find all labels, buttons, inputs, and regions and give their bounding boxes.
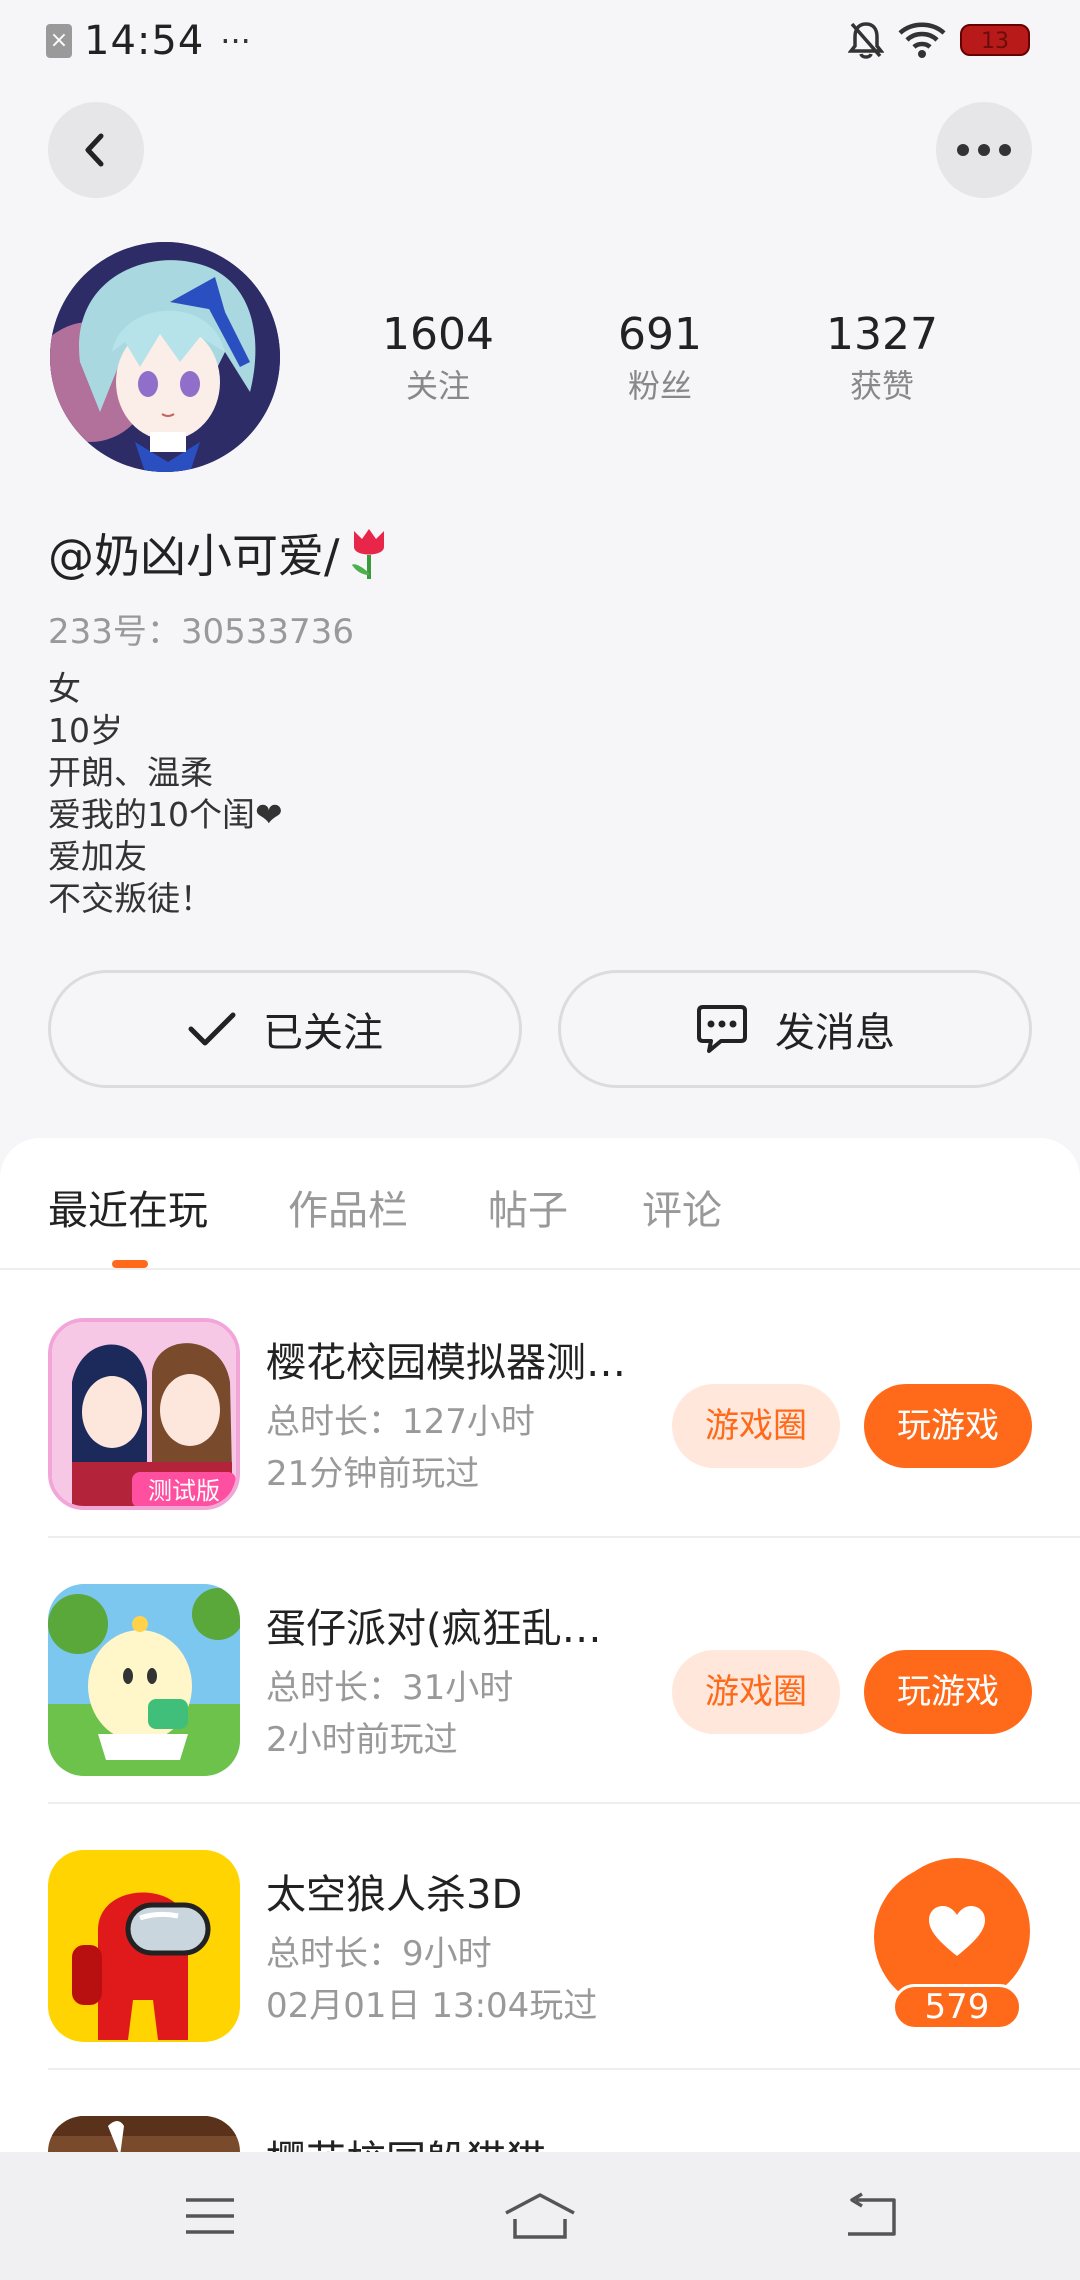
game-last-played: 2小时前玩过	[266, 1720, 458, 1760]
menu-button[interactable]	[170, 2188, 250, 2244]
stat-fans-value: 691	[618, 309, 702, 360]
game-duration: 总时长：31小时	[266, 1668, 514, 1708]
status-more-dots: ···	[220, 22, 251, 60]
stat-following-value: 1604	[382, 309, 494, 360]
game-icon-image	[48, 1850, 240, 2042]
bio-line: 开朗、温柔	[48, 753, 213, 792]
bio-line: 爱加友	[48, 837, 147, 876]
tab-recently-played[interactable]: 最近在玩	[48, 1178, 208, 1236]
play-game-button[interactable]: 玩游戏	[864, 1650, 1032, 1734]
game-title: 太空狼人杀3D	[266, 1872, 523, 1918]
svg-text:测试版: 测试版	[148, 1477, 220, 1505]
system-nav-bar	[0, 2152, 1080, 2280]
return-button[interactable]	[830, 2188, 910, 2244]
game-row[interactable]: 蛋仔派对(疯狂乱… 总时长：31小时 2小时前玩过 游戏圈 玩游戏	[48, 1538, 1080, 1804]
followed-button[interactable]: 已关注	[48, 970, 522, 1088]
nickname: @奶凶小可爱/	[48, 520, 392, 586]
stat-likes-label: 获赞	[849, 367, 914, 405]
game-circle-button[interactable]: 游戏圈	[672, 1650, 840, 1734]
stat-following[interactable]: 1604 关注	[338, 306, 538, 408]
avatar[interactable]	[50, 242, 280, 472]
tab-bar: 最近在玩 作品栏 帖子 评论	[0, 1138, 1080, 1270]
notification-close-icon: ×	[46, 24, 72, 58]
game-icon: 测试版	[48, 1318, 240, 1510]
game-last-played: 02月01日 13:04玩过	[266, 1986, 598, 2026]
stat-fans-label: 粉丝	[627, 367, 692, 405]
stat-fans[interactable]: 691 粉丝	[560, 306, 760, 408]
stat-likes-value: 1327	[826, 309, 938, 360]
profile-page: × 14:54 ··· 13 1604 关注 691 粉丝 1327 获赞 @奶…	[0, 0, 1080, 2280]
bio-line: 不交叛徒！	[48, 879, 213, 918]
game-title: 蛋仔派对(疯狂乱…	[266, 1606, 602, 1652]
mute-bell-icon	[848, 22, 884, 59]
play-game-button[interactable]: 玩游戏	[864, 1384, 1032, 1468]
game-icon-image: 测试版	[52, 1322, 236, 1506]
game-icon	[48, 1584, 240, 1776]
nickname-text: @奶凶小可爱/	[48, 529, 340, 583]
like-count: 579	[892, 1984, 1022, 2030]
more-button[interactable]	[936, 102, 1032, 198]
like-button[interactable]	[884, 1858, 1030, 2004]
chat-bubble-icon	[697, 1005, 747, 1053]
tulip-icon	[351, 529, 384, 579]
send-message-label: 发消息	[775, 1010, 895, 1056]
game-last-played: 21分钟前玩过	[266, 1454, 480, 1494]
return-icon	[848, 2192, 896, 2236]
avatar-image	[50, 242, 280, 472]
check-icon	[188, 1012, 236, 1046]
game-row[interactable]: 测试版 樱花校园模拟器测… 总时长：127小时 21分钟前玩过 游戏圈 玩游戏	[48, 1272, 1080, 1538]
menu-icon	[186, 2198, 234, 2234]
back-arrow-icon	[85, 133, 104, 167]
tab-posts[interactable]: 帖子	[488, 1178, 568, 1236]
status-time: 14:54	[84, 18, 205, 64]
status-bar: × 14:54 ··· 13	[0, 0, 1080, 84]
bio-line: 爱我的10个闺❤	[48, 795, 283, 834]
user-id: 233号：30533736	[48, 612, 354, 652]
tab-indicator	[112, 1260, 148, 1268]
send-message-button[interactable]: 发消息	[558, 970, 1032, 1088]
game-icon	[48, 1850, 240, 2042]
stat-likes[interactable]: 1327 获赞	[782, 306, 982, 408]
game-circle-button[interactable]: 游戏圈	[672, 1384, 840, 1468]
game-title: 樱花校园模拟器测…	[266, 1340, 626, 1386]
battery-indicator: 13	[960, 24, 1030, 56]
bio-line: 10岁	[48, 711, 123, 750]
bio-line: 女	[48, 669, 81, 708]
bio: 女 10岁 开朗、温柔 爱我的10个闺❤ 爱加友 不交叛徒！	[48, 668, 283, 920]
content-card: 最近在玩 作品栏 帖子 评论 测试版 樱花校园模拟器测… 总时长：127小时 2…	[0, 1138, 1080, 2280]
game-duration: 总时长：127小时	[266, 1402, 535, 1442]
game-icon-image	[48, 1584, 240, 1776]
tab-works[interactable]: 作品栏	[288, 1178, 408, 1236]
back-button[interactable]	[48, 102, 144, 198]
heart-icon	[929, 1906, 985, 1956]
more-dots-icon	[957, 144, 1011, 156]
stat-following-label: 关注	[405, 367, 470, 405]
home-icon	[505, 2193, 575, 2239]
home-button[interactable]	[500, 2188, 580, 2244]
game-duration: 总时长：9小时	[266, 1934, 492, 1974]
wifi-icon	[898, 22, 946, 58]
tab-comments[interactable]: 评论	[642, 1178, 722, 1236]
followed-button-label: 已关注	[263, 1010, 383, 1056]
